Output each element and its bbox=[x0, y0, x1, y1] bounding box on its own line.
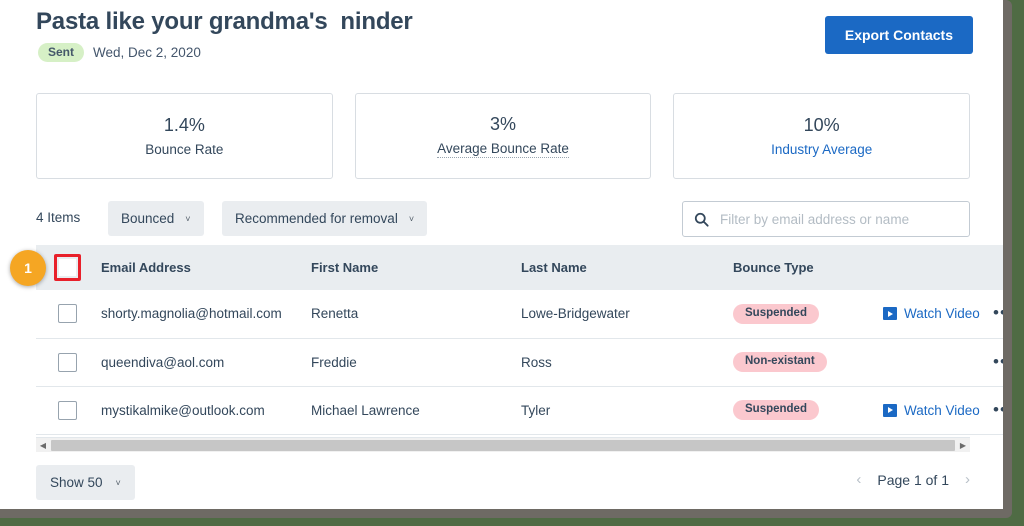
page-surface: Pasta like your grandma's ninder Sent We… bbox=[0, 0, 1003, 509]
column-header-actions bbox=[993, 245, 1003, 290]
table-footer: Show 50 ˅ ‹ Page 1 of 1 › bbox=[36, 465, 970, 501]
row-checkbox[interactable] bbox=[58, 304, 77, 323]
browser-window-frame: Pasta like your grandma's ninder Sent We… bbox=[0, 0, 1012, 518]
cell-watch-video: Watch Video bbox=[883, 386, 993, 434]
watch-video-link[interactable]: Watch Video bbox=[883, 306, 993, 321]
table-body: shorty.magnolia@hotmail.com Renetta Lowe… bbox=[36, 290, 1003, 434]
contacts-table: Email Address First Name Last Name Bounc… bbox=[36, 245, 1003, 435]
select-all-checkbox[interactable] bbox=[59, 259, 76, 276]
cell-watch-video bbox=[883, 338, 993, 386]
cell-email-address: queendiva@aol.com bbox=[101, 338, 311, 386]
contacts-table-wrapper: Email Address First Name Last Name Bounc… bbox=[36, 245, 970, 435]
bounce-type-badge: Suspended bbox=[733, 400, 819, 421]
cell-last-name: Lowe-Bridgewater bbox=[521, 290, 733, 338]
row-checkbox[interactable] bbox=[58, 353, 77, 372]
cell-email-address: mystikalmike@outlook.com bbox=[101, 386, 311, 434]
search-icon bbox=[694, 212, 709, 227]
column-header-first-name[interactable]: First Name bbox=[311, 245, 521, 290]
pagination: ‹ Page 1 of 1 › bbox=[856, 471, 970, 488]
cell-first-name: Freddie bbox=[311, 338, 521, 386]
column-header-last-name[interactable]: Last Name bbox=[521, 245, 733, 290]
horizontal-scrollbar[interactable]: ◀ ▶ bbox=[36, 437, 970, 452]
scroll-left-arrow-icon[interactable]: ◀ bbox=[36, 441, 50, 450]
play-icon bbox=[883, 404, 897, 417]
table-row: mystikalmike@outlook.com Michael Lawrenc… bbox=[36, 386, 1003, 434]
page-header: Pasta like your grandma's ninder Sent We… bbox=[0, 0, 1003, 88]
watch-video-label: Watch Video bbox=[904, 403, 980, 418]
bounce-type-badge: Non-existant bbox=[733, 352, 827, 373]
chevron-down-icon: ˅ bbox=[409, 214, 414, 224]
watch-video-link[interactable]: Watch Video bbox=[883, 403, 993, 418]
table-head: Email Address First Name Last Name Bounc… bbox=[36, 245, 1003, 290]
cell-bounce-type: Non-existant bbox=[733, 338, 883, 386]
show-count-label: Show 50 bbox=[50, 475, 103, 490]
play-icon bbox=[883, 307, 897, 320]
select-all-checkbox-highlight bbox=[54, 254, 81, 281]
recommended-filter-label: Recommended for removal bbox=[235, 211, 398, 226]
page-label: Page 1 of 1 bbox=[877, 472, 949, 488]
table-row: shorty.magnolia@hotmail.com Renetta Lowe… bbox=[36, 290, 1003, 338]
stat-value: 10% bbox=[804, 115, 840, 136]
stat-card-industry-average: 10% Industry Average bbox=[673, 93, 970, 179]
row-actions-menu-icon[interactable]: •• bbox=[993, 352, 1003, 371]
export-contacts-button[interactable]: Export Contacts bbox=[825, 16, 973, 54]
row-actions-menu-icon[interactable]: •• bbox=[993, 400, 1003, 419]
cell-watch-video: Watch Video bbox=[883, 290, 993, 338]
table-row: queendiva@aol.com Freddie Ross Non-exist… bbox=[36, 338, 1003, 386]
row-select-cell bbox=[36, 386, 101, 434]
cell-last-name: Tyler bbox=[521, 386, 733, 434]
sent-date: Wed, Dec 2, 2020 bbox=[93, 45, 201, 60]
recommended-filter-dropdown[interactable]: Recommended for removal ˅ bbox=[222, 201, 427, 236]
scroll-right-arrow-icon[interactable]: ▶ bbox=[956, 441, 970, 450]
cell-bounce-type: Suspended bbox=[733, 386, 883, 434]
status-row: Sent Wed, Dec 2, 2020 bbox=[38, 43, 201, 62]
stat-card-average-bounce-rate: 3% Average Bounce Rate bbox=[355, 93, 652, 179]
stat-card-bounce-rate: 1.4% Bounce Rate bbox=[36, 93, 333, 179]
row-select-cell bbox=[36, 338, 101, 386]
watch-video-label: Watch Video bbox=[904, 306, 980, 321]
filter-bar: 4 Items Bounced ˅ Recommended for remova… bbox=[36, 201, 970, 237]
cell-last-name: Ross bbox=[521, 338, 733, 386]
stat-label-link[interactable]: Industry Average bbox=[771, 142, 872, 157]
bounce-type-badge: Suspended bbox=[733, 304, 819, 325]
status-badge: Sent bbox=[38, 43, 84, 62]
search-box[interactable] bbox=[682, 201, 970, 237]
previous-page-icon[interactable]: ‹ bbox=[856, 471, 861, 488]
cell-actions: •• bbox=[993, 386, 1003, 434]
annotation-badge-1: 1 bbox=[10, 250, 46, 286]
item-count: 4 Items bbox=[36, 210, 80, 225]
page-title: Pasta like your grandma's ninder bbox=[36, 8, 413, 36]
bounced-filter-dropdown[interactable]: Bounced ˅ bbox=[108, 201, 204, 236]
column-header-email-address[interactable]: Email Address bbox=[101, 245, 311, 290]
row-checkbox[interactable] bbox=[58, 401, 77, 420]
chevron-down-icon: ˅ bbox=[116, 478, 121, 488]
scrollbar-thumb[interactable] bbox=[51, 440, 955, 451]
row-select-cell bbox=[36, 290, 101, 338]
cell-actions: •• bbox=[993, 338, 1003, 386]
stat-value: 1.4% bbox=[164, 115, 205, 136]
cell-first-name: Renetta bbox=[311, 290, 521, 338]
show-count-dropdown[interactable]: Show 50 ˅ bbox=[36, 465, 135, 500]
bounced-filter-label: Bounced bbox=[121, 211, 174, 226]
table-header-row: Email Address First Name Last Name Bounc… bbox=[36, 245, 1003, 290]
column-header-bounce-type[interactable]: Bounce Type bbox=[733, 245, 883, 290]
stat-value: 3% bbox=[490, 114, 516, 135]
column-header-video bbox=[883, 245, 993, 290]
row-actions-menu-icon[interactable]: •• bbox=[993, 303, 1003, 322]
cell-email-address: shorty.magnolia@hotmail.com bbox=[101, 290, 311, 338]
cell-actions: •• bbox=[993, 290, 1003, 338]
search-input[interactable] bbox=[718, 211, 958, 228]
chevron-down-icon: ˅ bbox=[185, 214, 190, 224]
cell-first-name: Michael Lawrence bbox=[311, 386, 521, 434]
next-page-icon[interactable]: › bbox=[965, 471, 970, 488]
stats-row: 1.4% Bounce Rate 3% Average Bounce Rate … bbox=[36, 93, 970, 179]
stat-label: Bounce Rate bbox=[145, 142, 223, 157]
stat-label-tooltip[interactable]: Average Bounce Rate bbox=[437, 141, 569, 158]
cell-bounce-type: Suspended bbox=[733, 290, 883, 338]
